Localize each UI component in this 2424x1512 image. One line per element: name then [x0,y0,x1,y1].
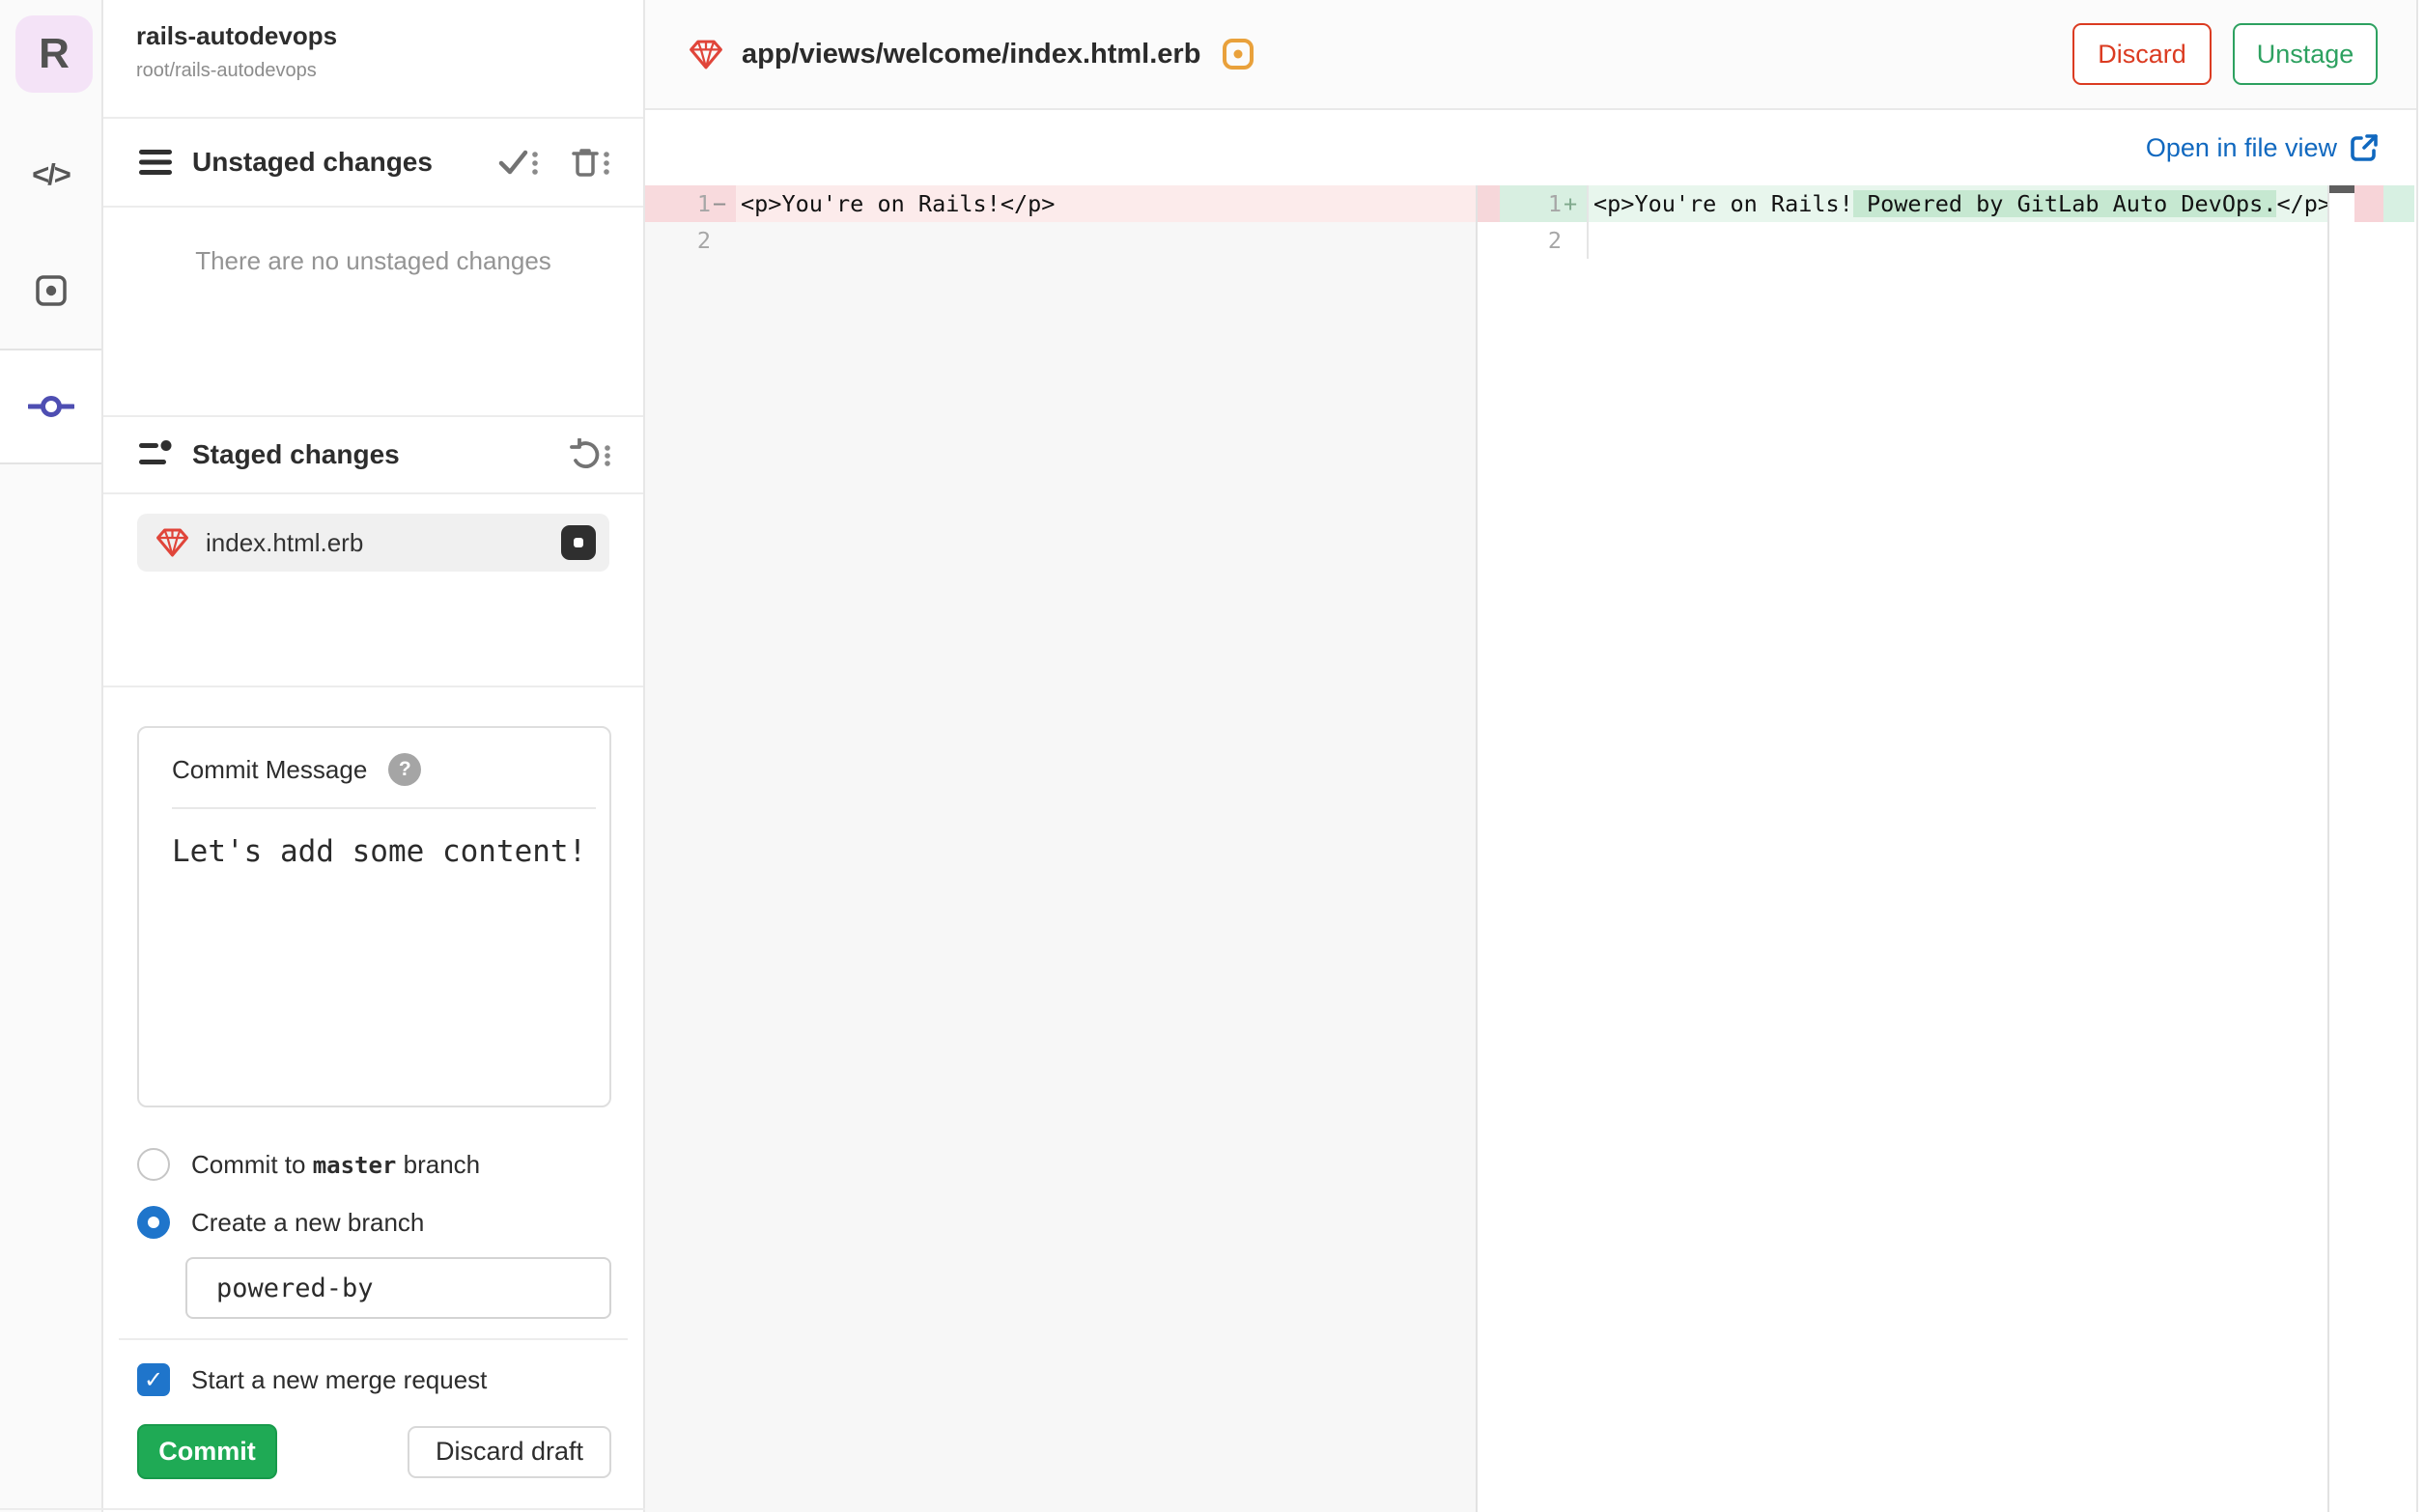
line-gutter: 1− [645,185,736,222]
sidebar-item-edit[interactable]: </> [0,145,101,205]
diff-context-line: 2 [645,222,1476,259]
diff-original-pane[interactable]: 1− <p>You're on Rails!</p> 2 [645,185,1476,1512]
radio-off-icon[interactable] [137,1148,170,1181]
scrollbar-thumb[interactable] [2329,185,2354,193]
staged-changes-header: Staged changes [103,415,643,494]
unstaged-changes-header: Unstaged changes [103,119,643,208]
file-modified-icon [1222,38,1254,70]
merge-request-label: Start a new merge request [191,1364,488,1394]
open-in-file-view-link[interactable]: Open in file view [2146,132,2380,163]
merge-request-option[interactable]: ✓ Start a new merge request [137,1361,487,1398]
staged-changes-title: Staged changes [192,439,400,469]
staged-list-icon [138,440,173,469]
sidebar-item-review[interactable] [0,261,101,321]
sidebar-item-commit[interactable] [0,349,101,464]
review-icon [34,273,69,308]
master-branch-name: master [312,1151,397,1179]
removed-sign: − [713,190,727,217]
commit-message-card: Commit Message ? Let's add some content! [137,726,611,1107]
divider [2416,0,2418,1512]
inline-added-highlight: Powered by GitLab Auto DevOps. [1852,190,2277,217]
branch-name-input[interactable] [185,1257,611,1319]
radio-create-new-branch-label: Create a new branch [191,1207,425,1237]
radio-on-icon[interactable] [137,1206,170,1239]
ruby-file-icon [688,37,724,72]
ruby-file-icon [155,525,190,560]
commit-message-text[interactable]: Let's add some content! [172,834,609,869]
stage-all-icon[interactable] [496,146,541,179]
list-view-toggle-icon[interactable] [138,149,173,176]
project-path: root/rails-autodevops [136,60,317,81]
divider [172,807,596,809]
project-avatar: R [15,15,93,93]
staged-file-name: index.html.erb [206,527,364,557]
added-code-text: <p>You're on Rails! Powered by GitLab Au… [1587,185,2327,222]
line-gutter: 1 + [1500,185,1587,222]
commit-message-label: Commit Message [172,754,368,784]
unstaged-empty-message: There are no unstaged changes [195,246,551,275]
radio-commit-to-master-label: Commit to master branch [191,1149,481,1179]
modified-overview-ruler-additions [2383,185,2414,1512]
line-number: 2 [1547,227,1562,254]
diff-added-line: 1 + <p>You're on Rails! Powered by GitLab… [1500,185,2327,222]
diff-editor: 1− <p>You're on Rails!</p> 2 1 + <p>You'r… [645,185,2416,1512]
commit-panel: rails-autodevops root/rails-autodevops U… [103,0,645,1512]
divider [0,1508,645,1510]
help-icon[interactable]: ? [388,753,422,786]
diff-context-line: 2 [1500,222,2327,259]
checkbox-checked-icon[interactable]: ✓ [137,1363,170,1396]
project-header: rails-autodevops root/rails-autodevops [103,0,643,119]
discard-all-icon[interactable] [570,146,612,179]
project-name: rails-autodevops [136,21,338,50]
diff-modified-pane[interactable]: 1 + <p>You're on Rails! Powered by GitLab… [1500,185,2327,1512]
modified-overview-ruler-deletions [2354,185,2383,1512]
line-gutter: 2 [1500,222,1587,259]
original-overview-ruler [1476,185,1500,1512]
diff-file-header: app/views/welcome/index.html.erb Discard… [645,0,2416,110]
diff-link-bar: Open in file view [645,110,2416,185]
commit-button[interactable]: Commit [137,1424,277,1479]
line-number: 1 [1547,190,1562,217]
staged-file-list: index.html.erb [103,494,643,687]
commit-icon [27,391,74,422]
removed-line-marker [1478,185,1500,222]
divider [119,1338,628,1340]
removed-line-marker [2354,185,2383,222]
discard-draft-button[interactable]: Discard draft [408,1425,611,1478]
added-sign: + [1564,190,1578,217]
radio-commit-to-master[interactable]: Commit to master branch [137,1147,480,1182]
unstage-button[interactable]: Unstage [2233,23,2378,85]
unstage-all-icon[interactable] [568,438,612,471]
staged-file-row[interactable]: index.html.erb [137,514,609,572]
diff-view: app/views/welcome/index.html.erb Discard… [645,0,2416,1512]
code-icon: </> [32,157,71,191]
line-gutter: 2 [645,222,736,259]
discard-button[interactable]: Discard [2072,23,2212,85]
activity-bar: R </> [0,0,103,1512]
removed-code-text: <p>You're on Rails!</p> [736,185,1476,222]
radio-create-new-branch[interactable]: Create a new branch [137,1205,424,1240]
diff-file-path: app/views/welcome/index.html.erb [742,38,1201,70]
diff-removed-line: 1− <p>You're on Rails!</p> [645,185,1476,222]
file-modified-badge [561,525,596,560]
editor-scrollbar[interactable] [2327,185,2354,1512]
added-line-marker [2383,185,2414,222]
unstaged-changes-title: Unstaged changes [192,147,433,177]
external-link-icon [2349,132,2380,163]
line-number: 1 [696,190,711,217]
line-number: 2 [696,227,711,254]
